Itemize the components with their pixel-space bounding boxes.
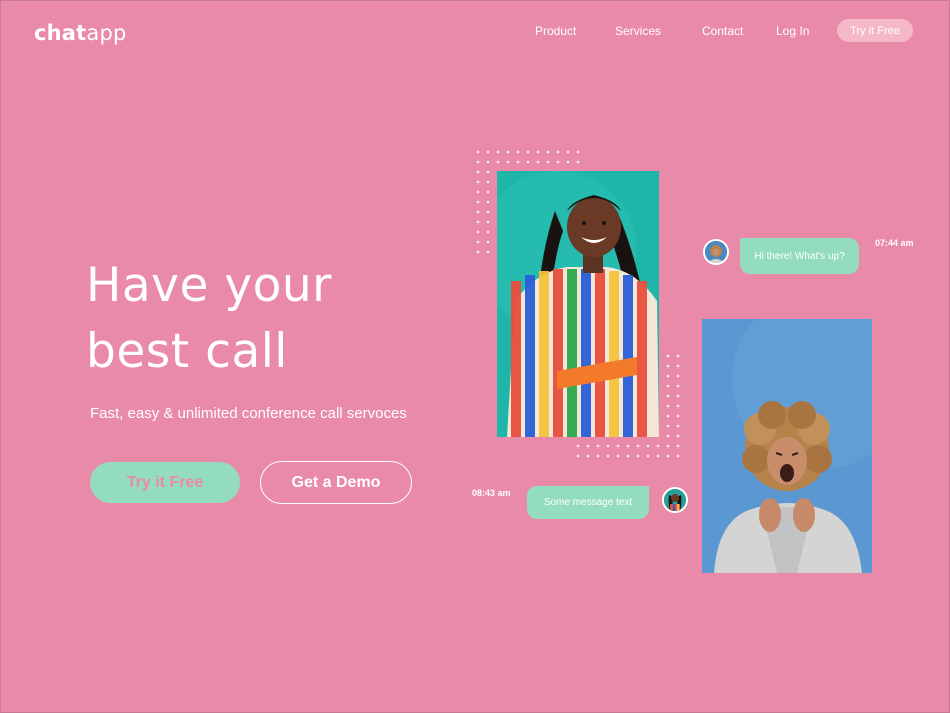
avatar	[703, 239, 729, 265]
nav-services-link[interactable]: Services	[615, 24, 661, 38]
message-timestamp: 07:44 am	[875, 238, 914, 248]
nav-login-link[interactable]: Log In	[776, 24, 809, 38]
logo-light-text: app	[86, 21, 127, 45]
try-free-button[interactable]: Try it Free	[90, 462, 240, 503]
hero-title: Have your best call	[86, 253, 426, 385]
hero-title-line-1: Have your	[86, 258, 332, 313]
landing-page: chatapp Product Services Contact Log In …	[0, 0, 950, 713]
chat-bubble-incoming: Hi there! What's up?	[740, 238, 859, 274]
woman-striped-dress-photo	[497, 171, 659, 437]
message-timestamp: 08:43 am	[472, 488, 511, 498]
hero-title-line-2: best call	[86, 324, 288, 379]
chat-bubble-outgoing: Some message text	[527, 486, 649, 519]
chatapp-logo[interactable]: chatapp	[34, 21, 127, 45]
nav-contact-link[interactable]: Contact	[702, 24, 743, 38]
get-demo-button[interactable]: Get a Demo	[260, 461, 412, 504]
avatar	[662, 487, 688, 513]
logo-bold-text: chat	[34, 21, 87, 45]
curly-hair-person-photo	[702, 319, 872, 573]
nav-product-link[interactable]: Product	[535, 24, 576, 38]
nav-try-free-button[interactable]: Try it Free	[837, 19, 913, 42]
hero-subtitle: Fast, easy & unlimited conference call s…	[90, 405, 407, 422]
